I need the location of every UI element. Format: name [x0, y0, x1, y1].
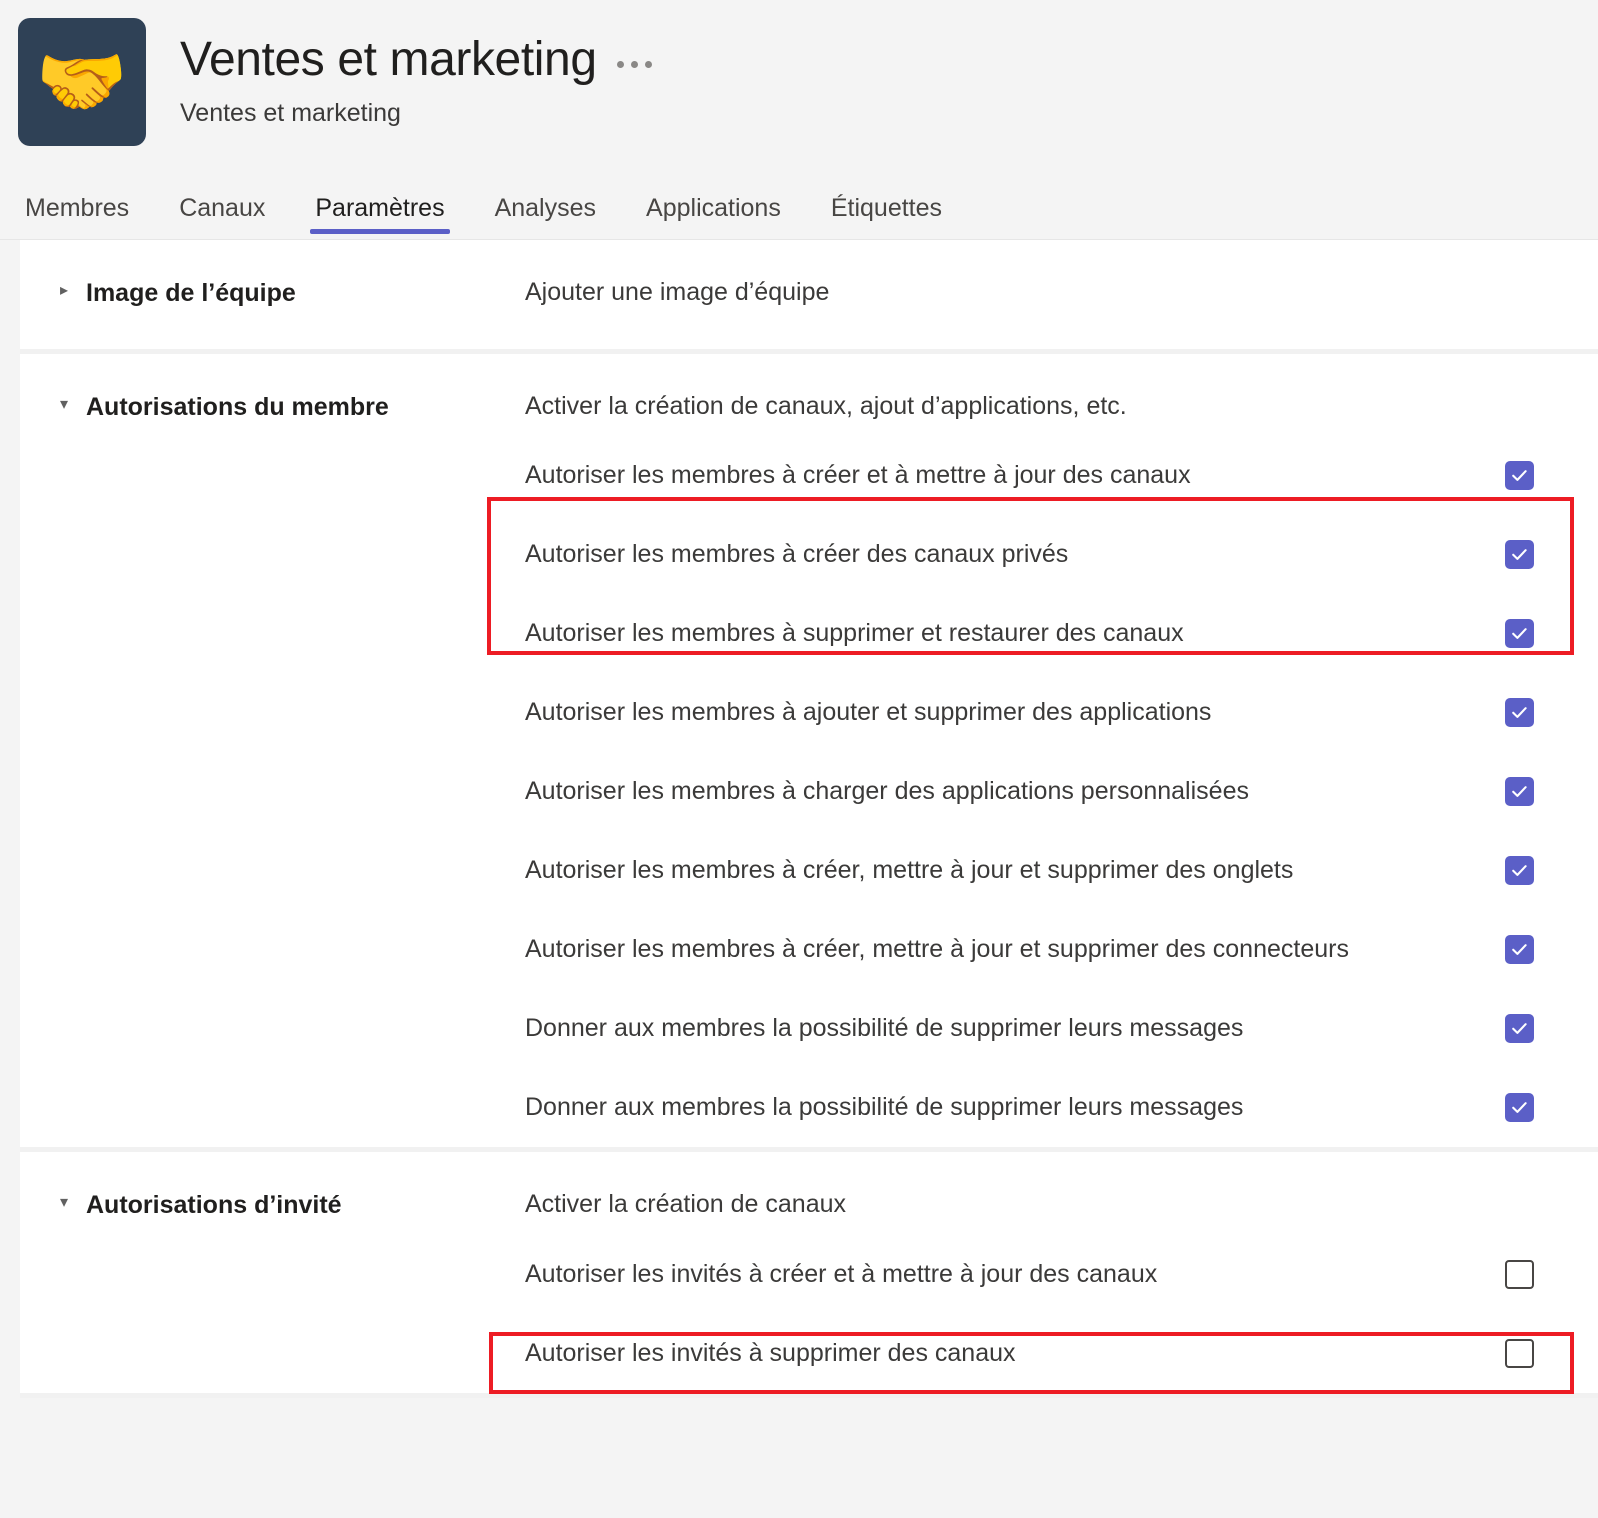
section-description: Ajouter une image d’équipe — [525, 278, 830, 306]
checkbox-checked[interactable] — [1505, 619, 1534, 648]
more-options-icon[interactable] — [615, 53, 654, 68]
settings-section: ▾ Autorisations du membre Activer la créat… — [20, 353, 1598, 1152]
checkbox-checked[interactable] — [1505, 698, 1534, 727]
permission-row[interactable]: Donner aux membres la possibilité de sup… — [500, 1068, 1574, 1147]
checkbox-checked[interactable] — [1505, 777, 1534, 806]
tab-membres[interactable]: Membres — [18, 194, 154, 239]
permission-label: Autoriser les membres à charger des appl… — [525, 777, 1249, 806]
checkbox-checked[interactable] — [1505, 856, 1534, 885]
permission-row[interactable]: Autoriser les membres à créer des canaux… — [500, 515, 1574, 594]
section-body: Activer la création de canaux, ajout d’a… — [500, 354, 1598, 1148]
option-list: Autoriser les invités à créer et à mettr… — [500, 1221, 1574, 1393]
permission-label: Autoriser les membres à créer et à mettr… — [525, 461, 1191, 490]
checkbox-unchecked[interactable] — [1505, 1338, 1534, 1368]
settings-section: ▸ Image de l’équipe Ajouter une image d’éq… — [20, 240, 1598, 354]
permission-label: Autoriser les membres à créer, mettre à … — [525, 935, 1349, 964]
permission-label: Autoriser les invités à supprimer des ca… — [525, 1338, 1016, 1367]
checkbox-checked[interactable] — [1505, 1014, 1534, 1043]
permission-label: Donner aux membres la possibilité de sup… — [525, 1093, 1244, 1122]
dot-3 — [644, 60, 652, 68]
permission-row[interactable]: Autoriser les membres à supprimer et res… — [500, 594, 1574, 673]
section-title: Autorisations d’invité — [86, 1191, 342, 1219]
bottom-spacer — [0, 1475, 1598, 1488]
tab-canaux[interactable]: Canaux — [154, 194, 290, 239]
team-title-row: Ventes et marketing — [180, 33, 654, 87]
permission-row[interactable]: Autoriser les membres à créer, mettre à … — [500, 910, 1574, 989]
team-header: 🤝 Ventes et marketing Ventes et marketin… — [0, 0, 1598, 240]
permission-label: Autoriser les membres à ajouter et suppr… — [525, 698, 1212, 727]
tab-analyses[interactable]: Analyses — [470, 194, 621, 239]
team-avatar[interactable]: 🤝 — [18, 18, 146, 146]
dot-2 — [630, 60, 638, 68]
tab-bar: Membres Canaux Paramètres Analyses Applicati… — [0, 168, 1598, 240]
team-description: Ventes et marketing — [180, 98, 401, 127]
permission-label: Autoriser les membres à créer, mettre à … — [525, 856, 1294, 885]
chevron-down-icon[interactable]: ▾ — [60, 392, 86, 413]
permission-label: Autoriser les membres à créer des canaux… — [525, 540, 1069, 569]
dot-1 — [616, 60, 624, 68]
checkbox-unchecked[interactable] — [1505, 1259, 1534, 1289]
permission-row[interactable]: Autoriser les invités à supprimer des ca… — [500, 1314, 1574, 1393]
app-window: 🤝 Ventes et marketing Ventes et marketin… — [0, 0, 1598, 1518]
permission-row[interactable]: Autoriser les invités à créer et à mettr… — [500, 1235, 1574, 1314]
checkbox-checked[interactable] — [1505, 935, 1534, 964]
tab-paramtres[interactable]: Paramètres — [290, 194, 469, 239]
section-header[interactable]: ▾ Autorisations du membre — [20, 354, 500, 1148]
team-identity: 🤝 Ventes et marketing Ventes et marketin… — [0, 18, 1598, 168]
checkbox-checked[interactable] — [1505, 461, 1534, 490]
chevron-down-icon[interactable]: ▾ — [60, 1190, 86, 1211]
section-header[interactable]: ▸ Image de l’équipe — [20, 240, 500, 349]
settings-list: ▸ Image de l’équipe Ajouter une image d’éq… — [0, 240, 1598, 1475]
section-body: Activer la création de canaux Autoriser l… — [500, 1152, 1598, 1393]
page-title: Ventes et marketing — [180, 33, 597, 86]
section-body: Ajouter une image d’équipe — [500, 240, 1598, 349]
option-list: Autoriser les membres à créer et à mettr… — [500, 422, 1574, 1147]
settings-section: ▾ Autorisations d’invité Activer la créati… — [20, 1152, 1598, 1398]
checkbox-checked[interactable] — [1505, 540, 1534, 569]
section-padding — [500, 309, 1574, 349]
section-description: Activer la création de canaux — [525, 1190, 847, 1218]
tab-tiquettes[interactable]: Étiquettes — [806, 194, 967, 239]
permission-row[interactable]: Autoriser les membres à ajouter et suppr… — [500, 673, 1574, 752]
section-description: Activer la création de canaux, ajout d’a… — [525, 391, 1127, 420]
permission-row[interactable]: Autoriser les membres à créer et à mettr… — [500, 436, 1574, 515]
permission-row[interactable]: Donner aux membres la possibilité de sup… — [500, 989, 1574, 1068]
section-title: Image de l’équipe — [86, 279, 296, 307]
tab-applications[interactable]: Applications — [621, 194, 806, 239]
section-title: Autorisations du membre — [86, 392, 389, 421]
permission-label: Donner aux membres la possibilité de sup… — [525, 1014, 1244, 1043]
team-titles: Ventes et marketing Ventes et marketing — [146, 18, 654, 128]
permission-label: Autoriser les membres à supprimer et res… — [525, 619, 1184, 648]
chevron-right-icon[interactable]: ▸ — [60, 278, 86, 299]
permission-row[interactable]: Autoriser les membres à charger des appl… — [500, 752, 1574, 831]
checkbox-checked[interactable] — [1505, 1093, 1534, 1122]
permission-row[interactable]: Autoriser les membres à créer, mettre à … — [500, 831, 1574, 910]
section-header[interactable]: ▾ Autorisations d’invité — [20, 1152, 500, 1393]
permission-label: Autoriser les invités à créer et à mettr… — [525, 1259, 1158, 1288]
